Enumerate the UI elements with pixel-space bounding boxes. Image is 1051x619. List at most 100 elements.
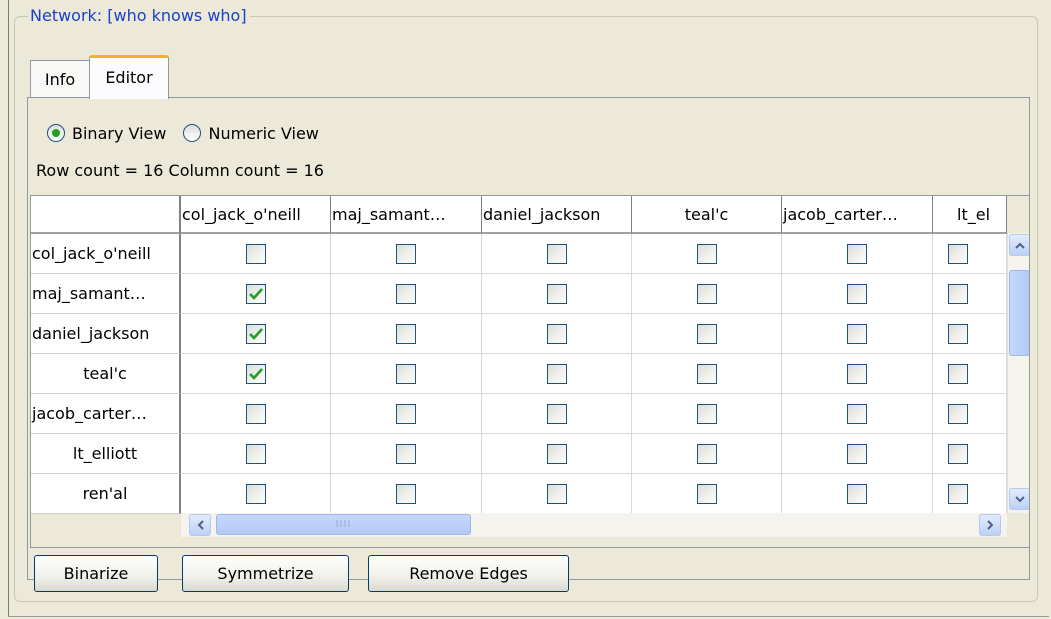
- edge-checkbox[interactable]: [696, 283, 717, 304]
- edge-checkbox[interactable]: [696, 403, 717, 424]
- edge-checkbox[interactable]: [396, 323, 416, 344]
- edge-checkbox[interactable]: [396, 483, 416, 504]
- matrix-cell: [482, 474, 632, 514]
- matrix-cell: [933, 234, 1007, 274]
- edge-checkbox[interactable]: [948, 363, 968, 384]
- row-header[interactable]: maj_samant…: [31, 274, 181, 314]
- matrix-cell: [782, 394, 933, 434]
- binary-view-radio[interactable]: [47, 124, 65, 142]
- edge-checkbox[interactable]: [396, 443, 416, 464]
- edge-checkbox[interactable]: [396, 403, 416, 424]
- edge-checkbox[interactable]: [696, 363, 717, 384]
- matrix-cell: [482, 274, 632, 314]
- edge-checkbox[interactable]: [847, 443, 867, 464]
- view-mode-group: Binary View Numeric View: [47, 120, 336, 146]
- edge-checkbox[interactable]: [546, 403, 567, 424]
- edge-checkbox[interactable]: [948, 323, 968, 344]
- matrix-cell: [181, 314, 331, 354]
- edge-checkbox[interactable]: [948, 483, 968, 504]
- edge-checkbox[interactable]: [847, 483, 867, 504]
- edge-checkbox[interactable]: [847, 403, 867, 424]
- numeric-view-radio[interactable]: [183, 124, 202, 142]
- edge-checkbox[interactable]: [696, 483, 717, 504]
- matrix-cell: [181, 234, 331, 274]
- edge-checkbox[interactable]: [546, 483, 567, 504]
- edge-checkbox[interactable]: [546, 363, 567, 384]
- column-header[interactable]: lt_el: [933, 196, 1007, 234]
- scroll-up-button[interactable]: [1009, 234, 1029, 256]
- edge-checkbox[interactable]: [245, 483, 266, 504]
- row-header[interactable]: ren'al: [31, 474, 181, 514]
- row-header[interactable]: jacob_carter…: [31, 394, 181, 434]
- edge-checkbox[interactable]: [696, 243, 717, 264]
- edge-checkbox[interactable]: [948, 283, 968, 304]
- chevron-up-icon: [1015, 242, 1025, 249]
- checkmark-icon: [248, 367, 263, 380]
- tab-editor[interactable]: Editor: [89, 55, 169, 99]
- edge-checkbox[interactable]: [546, 323, 567, 344]
- edge-checkbox[interactable]: [546, 243, 567, 264]
- column-header[interactable]: col_jack_o'neill: [181, 196, 331, 234]
- scroll-right-button[interactable]: [979, 514, 1001, 536]
- matrix-cell: [933, 474, 1007, 514]
- horizontal-scrollbar[interactable]: IIII: [181, 513, 1007, 537]
- scroll-left-button[interactable]: [189, 514, 211, 536]
- edge-checkbox[interactable]: [396, 243, 416, 264]
- matrix-cell: [181, 274, 331, 314]
- matrix-cell: [632, 434, 782, 474]
- matrix-cell: [331, 274, 482, 314]
- symmetrize-button[interactable]: Symmetrize: [182, 555, 349, 592]
- edge-checkbox-checked[interactable]: [245, 363, 266, 384]
- matrix-cell: [933, 314, 1007, 354]
- remove-edges-button[interactable]: Remove Edges: [368, 555, 569, 592]
- column-header[interactable]: teal'c: [632, 196, 782, 234]
- matrix-corner: [31, 196, 181, 234]
- binary-view-label[interactable]: Binary View: [72, 124, 166, 143]
- column-header[interactable]: jacob_carter…: [782, 196, 933, 234]
- row-header[interactable]: lt_elliott: [31, 434, 181, 474]
- tab-info[interactable]: Info: [30, 60, 90, 98]
- edge-checkbox[interactable]: [245, 403, 266, 424]
- matrix-cell: [181, 474, 331, 514]
- binarize-button[interactable]: Binarize: [34, 555, 158, 592]
- scroll-down-button[interactable]: [1009, 488, 1029, 510]
- column-header[interactable]: daniel_jackson: [482, 196, 632, 234]
- matrix-cell: [482, 354, 632, 394]
- horizontal-scroll-thumb[interactable]: IIII: [216, 514, 471, 535]
- edge-checkbox-checked[interactable]: [245, 323, 266, 344]
- edge-checkbox[interactable]: [546, 283, 567, 304]
- matrix-cell: [331, 354, 482, 394]
- vertical-scroll-thumb[interactable]: [1009, 270, 1029, 356]
- edge-checkbox[interactable]: [948, 243, 968, 264]
- row-header[interactable]: col_jack_o'neill: [31, 234, 181, 274]
- row-header[interactable]: teal'c: [31, 354, 181, 394]
- adjacency-matrix: col_jack_o'neill maj_samant… daniel_jack…: [30, 195, 1030, 548]
- edge-checkbox[interactable]: [847, 243, 867, 264]
- edge-checkbox[interactable]: [245, 443, 266, 464]
- edge-checkbox[interactable]: [396, 363, 416, 384]
- edge-checkbox[interactable]: [847, 323, 867, 344]
- checkmark-icon: [248, 287, 263, 300]
- grip-icon: IIII: [335, 519, 352, 530]
- row-header[interactable]: daniel_jackson: [31, 314, 181, 354]
- matrix-cell: [181, 434, 331, 474]
- numeric-view-label[interactable]: Numeric View: [208, 124, 318, 143]
- matrix-cell: [482, 314, 632, 354]
- matrix-cell: [933, 354, 1007, 394]
- edge-checkbox[interactable]: [396, 283, 416, 304]
- edge-checkbox[interactable]: [847, 283, 867, 304]
- checkmark-icon: [248, 327, 263, 340]
- edge-checkbox-checked[interactable]: [245, 283, 266, 304]
- edge-checkbox[interactable]: [847, 363, 867, 384]
- edge-checkbox[interactable]: [696, 323, 717, 344]
- matrix-cell: [482, 434, 632, 474]
- edge-checkbox[interactable]: [546, 443, 567, 464]
- column-header[interactable]: maj_samant…: [331, 196, 482, 234]
- edge-checkbox[interactable]: [948, 403, 968, 424]
- chevron-right-icon: [986, 520, 993, 530]
- edge-checkbox[interactable]: [696, 443, 717, 464]
- vertical-scrollbar[interactable]: [1007, 233, 1029, 513]
- matrix-cell: [782, 434, 933, 474]
- edge-checkbox[interactable]: [948, 443, 968, 464]
- edge-checkbox[interactable]: [245, 243, 266, 264]
